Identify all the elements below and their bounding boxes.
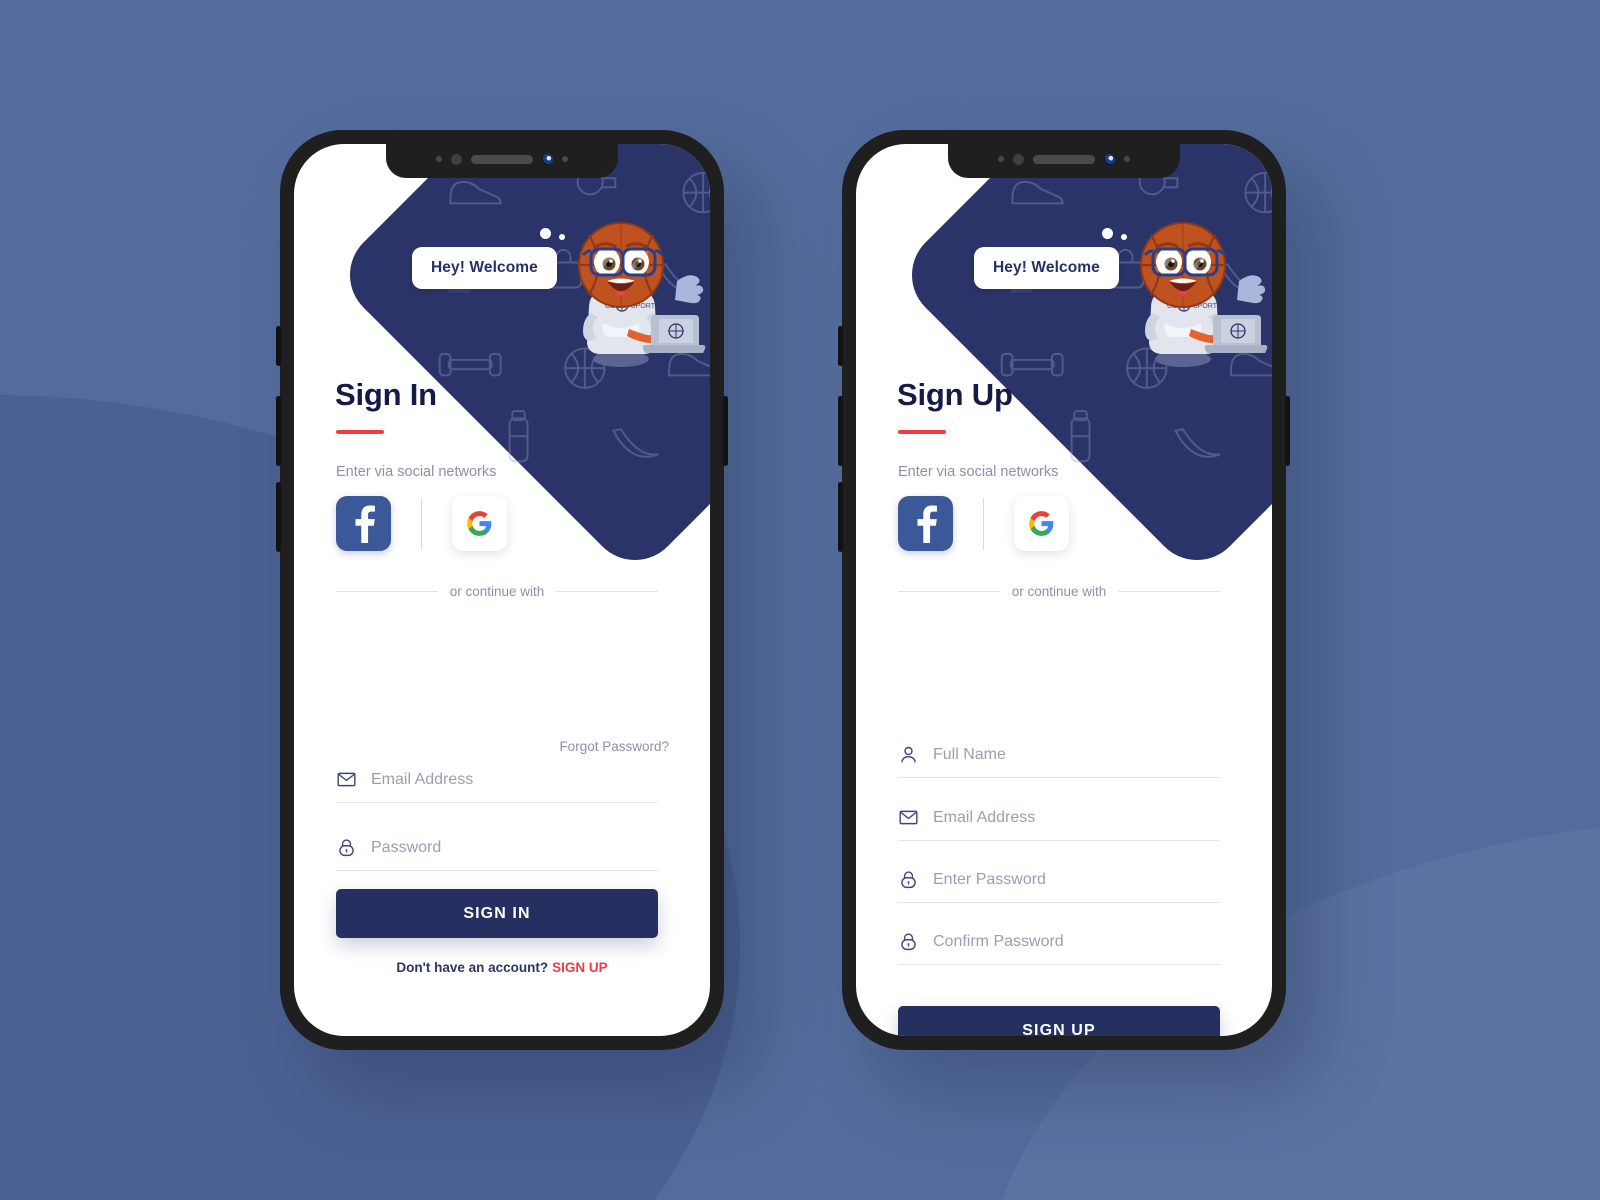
social-login-row xyxy=(898,496,1069,551)
facebook-login-button[interactable] xyxy=(336,496,391,551)
continue-with-divider: or continue with xyxy=(336,584,658,599)
email-placeholder: Email Address xyxy=(933,808,1036,826)
sign-up-link[interactable]: SIGN UP xyxy=(552,960,608,975)
password-placeholder: Password xyxy=(371,838,442,856)
notch-proximity-sensor xyxy=(1013,153,1024,165)
envelope-icon xyxy=(898,807,919,828)
notch-speaker xyxy=(471,154,533,164)
phone-mute-switch xyxy=(838,326,843,366)
divider-label: or continue with xyxy=(1011,584,1107,599)
divider-line-right xyxy=(556,591,658,592)
facebook-icon xyxy=(916,505,937,543)
page-title: Sign In xyxy=(335,377,437,412)
divider-label: or continue with xyxy=(449,584,545,599)
continue-with-divider: or continue with xyxy=(898,584,1220,599)
phone-mockup-sign-in: Hey! Welcome SPORTS GL Sign In Enter via… xyxy=(276,130,728,1050)
enter-password-field[interactable]: Enter Password xyxy=(898,857,1220,903)
notch-sensor-dot xyxy=(998,156,1004,162)
notch-sensor-dot-2 xyxy=(562,156,568,162)
confirm-password-field[interactable]: Confirm Password xyxy=(898,919,1220,965)
phone-power-button xyxy=(723,396,728,466)
google-login-button[interactable] xyxy=(452,496,507,551)
enter-password-placeholder: Enter Password xyxy=(933,870,1046,888)
social-login-row xyxy=(336,496,507,551)
notch-sensor-dot-2 xyxy=(1124,156,1130,162)
lock-icon xyxy=(898,931,919,952)
phone-mute-switch xyxy=(276,326,281,366)
email-field[interactable]: Email Address xyxy=(898,795,1220,841)
page-title: Sign Up xyxy=(897,377,1013,412)
notch-speaker xyxy=(1033,154,1095,164)
google-login-button[interactable] xyxy=(1014,496,1069,551)
full-name-field[interactable]: Full Name xyxy=(898,732,1220,778)
lock-icon xyxy=(336,837,357,858)
email-field[interactable]: Email Address xyxy=(336,757,658,803)
forgot-password-link[interactable]: Forgot Password? xyxy=(559,739,669,754)
google-icon xyxy=(1029,511,1054,536)
phone-volume-up-button xyxy=(276,396,281,466)
facebook-login-button[interactable] xyxy=(898,496,953,551)
phone-volume-down-button xyxy=(838,482,843,552)
user-icon xyxy=(898,744,919,765)
social-networks-label: Enter via social networks xyxy=(898,464,1059,480)
envelope-icon xyxy=(336,769,357,790)
sign-up-prompt-text: Don't have an account? xyxy=(396,960,549,975)
divider-line-right xyxy=(1118,591,1220,592)
sign-in-button[interactable]: SIGN IN xyxy=(336,889,658,938)
password-field[interactable]: Password xyxy=(336,825,658,871)
welcome-speech-bubble: Hey! Welcome xyxy=(974,247,1119,289)
phone-volume-down-button xyxy=(276,482,281,552)
social-networks-label: Enter via social networks xyxy=(336,464,497,480)
sign-up-button[interactable]: SIGN UP xyxy=(898,1006,1220,1036)
notch-front-camera xyxy=(542,153,553,165)
title-underline xyxy=(898,430,946,434)
sign-up-prompt: Don't have an account? SIGN UP xyxy=(294,960,710,975)
welcome-speech-bubble: Hey! Welcome xyxy=(412,247,557,289)
phone-mockup-sign-up: Hey! Welcome SPORTS GL Sign Up Enter via… xyxy=(838,130,1290,1050)
lock-icon xyxy=(898,869,919,890)
confirm-password-placeholder: Confirm Password xyxy=(933,932,1064,950)
title-underline xyxy=(336,430,384,434)
hero-sports-pattern xyxy=(420,144,710,490)
notch-front-camera xyxy=(1104,153,1115,165)
email-placeholder: Email Address xyxy=(371,770,474,788)
screen-sign-in: Hey! Welcome SPORTS GL Sign In Enter via… xyxy=(294,144,710,1036)
social-divider xyxy=(421,497,422,550)
divider-line-left xyxy=(898,591,1000,592)
phone-volume-up-button xyxy=(838,396,843,466)
facebook-icon xyxy=(354,505,375,543)
social-divider xyxy=(983,497,984,550)
notch-proximity-sensor xyxy=(451,153,462,165)
divider-line-left xyxy=(336,591,438,592)
screen-sign-up: Hey! Welcome SPORTS GL Sign Up Enter via… xyxy=(856,144,1272,1036)
phone-power-button xyxy=(1285,396,1290,466)
phone-notch xyxy=(948,144,1180,178)
full-name-placeholder: Full Name xyxy=(933,745,1006,763)
phone-notch xyxy=(386,144,618,178)
google-icon xyxy=(467,511,492,536)
hero-sports-pattern xyxy=(982,144,1272,490)
notch-sensor-dot xyxy=(436,156,442,162)
